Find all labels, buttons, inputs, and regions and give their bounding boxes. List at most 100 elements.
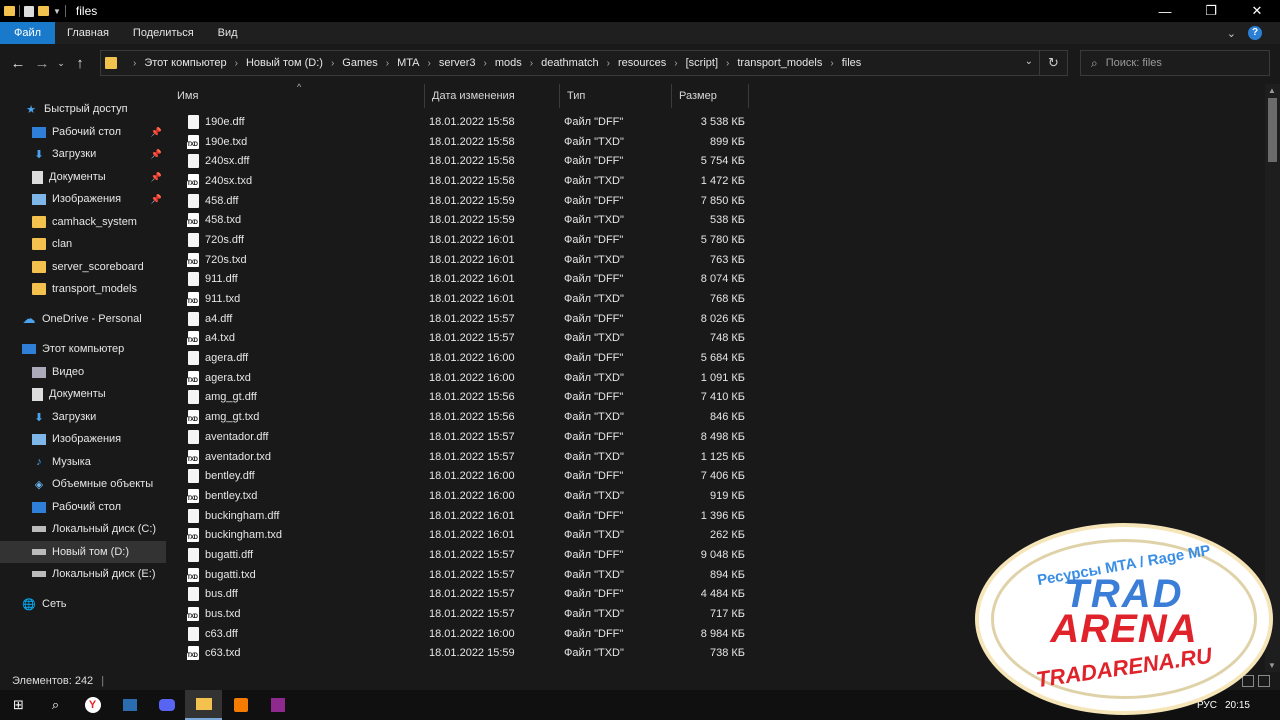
breadcrumb-item[interactable]: Новый том (D:) [246,57,323,69]
chevron-right-icon[interactable]: › [386,58,389,69]
back-button[interactable]: ← [6,55,30,72]
sidebar-item-pc-downloads[interactable]: ⬇ Загрузки [0,406,166,428]
breadcrumb-item[interactable]: files [842,57,862,69]
chevron-right-icon[interactable]: › [133,58,136,69]
sidebar-item-network[interactable]: 🌐 Сеть [0,593,166,615]
pin-icon[interactable]: 📌 [151,149,162,160]
table-row[interactable]: 720s.dff 18.01.2022 16:01 Файл "DFF" 5 780 … [170,230,1260,250]
scroll-down-icon[interactable]: ▼ [1268,661,1276,670]
search-box[interactable]: ⌕ Поиск: files [1080,50,1270,76]
file-explorer-icon[interactable] [185,690,222,720]
details-view-button[interactable] [1242,675,1254,687]
table-row[interactable]: a4.dff 18.01.2022 15:57 Файл "DFF" 8 026 КБ [170,309,1260,329]
table-row[interactable]: TXD aventador.txd 18.01.2022 15:57 Файл "TX… [170,447,1260,467]
table-row[interactable]: TXD 458.txd 18.01.2022 15:59 Файл "TXD" 538 … [170,210,1260,230]
table-row[interactable]: TXD agera.txd 18.01.2022 16:00 Файл "TXD" 1 … [170,368,1260,388]
breadcrumb-item[interactable]: resources [618,57,666,69]
breadcrumb-item[interactable]: deathmatch [541,57,598,69]
scrollbar-thumb[interactable] [1268,98,1277,162]
sidebar-item-quick-access[interactable]: ★ Быстрый доступ [0,98,166,120]
pin-icon[interactable]: 📌 [151,127,162,138]
tab-home[interactable]: Главная [55,22,121,44]
recent-locations-icon[interactable]: ⌄ [54,58,68,69]
sidebar-item-this-pc[interactable]: Этот компьютер [0,338,166,360]
breadcrumb-item[interactable]: Games [342,57,377,69]
column-header-size[interactable]: Размер [672,84,749,108]
customize-toolbar-arrow-icon[interactable]: ▼ [53,7,61,16]
table-row[interactable]: TXD 720s.txd 18.01.2022 16:01 Файл "TXD" 763… [170,250,1260,270]
sidebar-item-videos[interactable]: Видео [0,361,166,383]
sidebar-item-desktop[interactable]: Рабочий стол 📌 [0,121,166,143]
refresh-button[interactable]: ↻ [1039,51,1067,75]
breadcrumb-item[interactable]: server3 [439,57,476,69]
minimize-button[interactable]: — [1142,0,1188,22]
restore-button[interactable]: ❐ [1188,0,1234,22]
column-header-date[interactable]: Дата изменения [425,84,560,108]
table-row[interactable]: bentley.dff 18.01.2022 16:00 Файл "DFF" 7 4… [170,466,1260,486]
breadcrumb-item[interactable]: MTA [397,57,419,69]
table-row[interactable]: TXD amg_gt.txd 18.01.2022 15:56 Файл "TXD" 8… [170,407,1260,427]
table-row[interactable]: agera.dff 18.01.2022 16:00 Файл "DFF" 5 684… [170,348,1260,368]
help-icon[interactable]: ? [1248,26,1262,40]
pin-icon[interactable]: 📌 [151,172,162,183]
sidebar-item-music[interactable]: ♪ Музыка [0,451,166,473]
winrar-icon[interactable] [259,690,296,720]
windows-start-icon[interactable]: ⊞ [0,690,37,720]
chevron-right-icon[interactable]: › [607,58,610,69]
scroll-up-icon[interactable]: ▲ [1268,86,1276,95]
sidebar-item-pictures[interactable]: Изображения 📌 [0,188,166,210]
close-button[interactable]: ✕ [1234,0,1280,22]
sidebar-item-camhack-system[interactable]: camhack_system [0,211,166,233]
new-folder-icon[interactable] [38,6,49,16]
chevron-right-icon[interactable]: › [428,58,431,69]
sidebar-item-downloads[interactable]: ⬇ Загрузки 📌 [0,143,166,165]
chevron-right-icon[interactable]: › [674,58,677,69]
sidebar-item-pc-desktop[interactable]: Рабочий стол [0,496,166,518]
table-row[interactable]: aventador.dff 18.01.2022 15:57 Файл "DFF" 8… [170,427,1260,447]
sidebar-item-server-scoreboard[interactable]: server_scoreboard [0,256,166,278]
tab-share[interactable]: Поделиться [121,22,206,44]
table-row[interactable]: TXD 911.txd 18.01.2022 16:01 Файл "TXD" 768 … [170,289,1260,309]
expand-ribbon-icon[interactable]: ⌄ [1227,27,1236,40]
breadcrumb-item[interactable]: Этот компьютер [144,57,226,69]
breadcrumb-item[interactable]: [script] [686,57,718,69]
breadcrumb-item[interactable]: mods [495,57,522,69]
table-row[interactable]: 458.dff 18.01.2022 15:59 Файл "DFF" 7 850 К… [170,191,1260,211]
table-row[interactable]: TXD a4.txd 18.01.2022 15:57 Файл "TXD" 748 К… [170,329,1260,349]
clock[interactable]: 20:15 [1225,700,1250,711]
table-row[interactable]: 190e.dff 18.01.2022 15:58 Файл "DFF" 3 538 … [170,112,1260,132]
sidebar-item-transport-models[interactable]: transport_models [0,278,166,300]
sidebar-item-pc-pictures[interactable]: Изображения [0,428,166,450]
column-header-type[interactable]: Тип [560,84,672,108]
tab-view[interactable]: Вид [206,22,250,44]
large-icons-view-button[interactable] [1258,675,1270,687]
discord-icon[interactable] [148,690,185,720]
table-row[interactable]: amg_gt.dff 18.01.2022 15:56 Файл "DFF" 7 41… [170,388,1260,408]
sidebar-item-drive-e[interactable]: Локальный диск (E:) [0,563,166,585]
chevron-right-icon[interactable]: › [530,58,533,69]
sidebar-item-clan[interactable]: clan [0,233,166,255]
table-row[interactable]: buckingham.dff 18.01.2022 16:01 Файл "DFF"… [170,506,1260,526]
forward-button[interactable]: → [30,55,54,72]
chevron-right-icon[interactable]: › [484,58,487,69]
up-button[interactable]: ↑ [68,55,92,72]
sidebar-item-pc-documents[interactable]: Документы [0,383,166,405]
sidebar-item-documents[interactable]: Документы 📌 [0,166,166,188]
table-row[interactable]: TXD 190e.txd 18.01.2022 15:58 Файл "TXD" 899… [170,132,1260,152]
app-icon[interactable] [111,690,148,720]
column-header-name[interactable]: Имя [170,84,425,108]
tab-file[interactable]: Файл [0,22,56,44]
table-row[interactable]: 240sx.dff 18.01.2022 15:58 Файл "DFF" 5 754… [170,151,1260,171]
sidebar-item-onedrive[interactable]: ☁ OneDrive - Personal [0,308,166,330]
sidebar-item-drive-d[interactable]: Новый том (D:) [0,541,166,563]
properties-icon[interactable] [24,5,34,17]
pin-icon[interactable]: 📌 [151,194,162,205]
table-row[interactable]: TXD 240sx.txd 18.01.2022 15:58 Файл "TXD" 1 … [170,171,1260,191]
address-dropdown-icon[interactable]: ⌄ [1025,56,1033,67]
chevron-right-icon[interactable]: › [726,58,729,69]
sublime-text-icon[interactable] [222,690,259,720]
sidebar-item-drive-c[interactable]: Локальный диск (C:) [0,518,166,540]
chevron-right-icon[interactable]: › [331,58,334,69]
yandex-browser-icon[interactable]: Y [74,690,111,720]
table-row[interactable]: 911.dff 18.01.2022 16:01 Файл "DFF" 8 074 К… [170,270,1260,290]
